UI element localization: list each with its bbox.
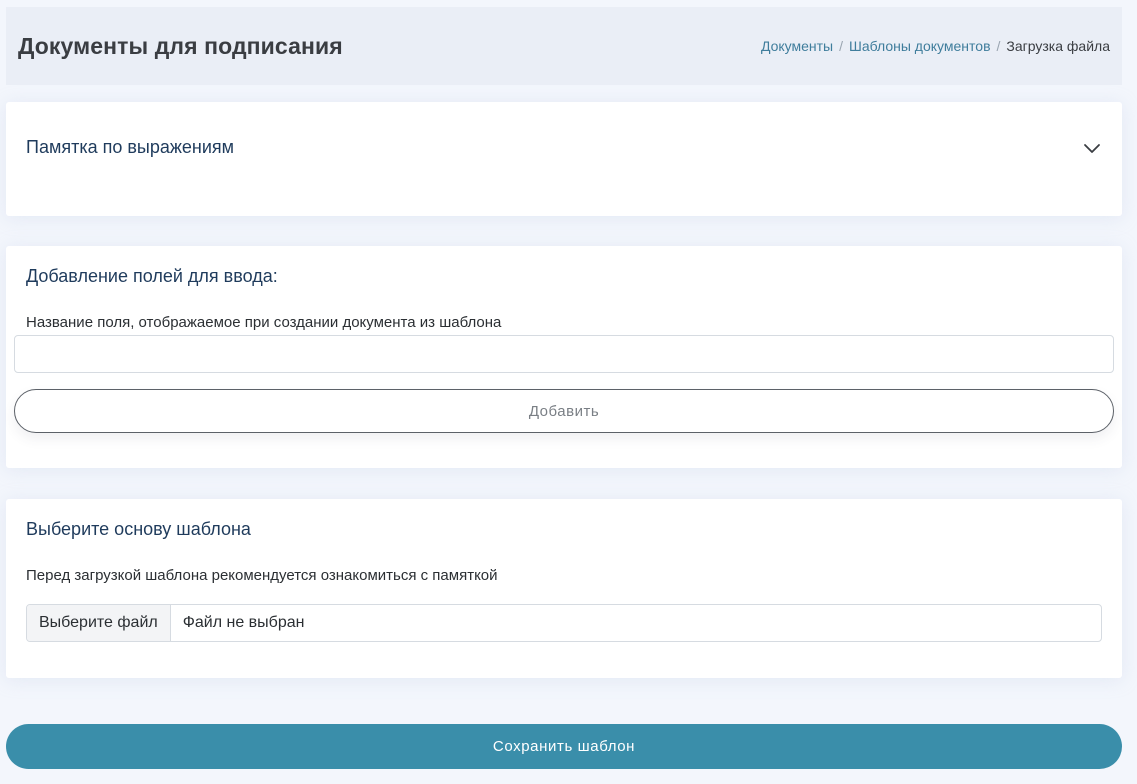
- template-card: Выберите основу шаблона Перед загрузкой …: [6, 499, 1122, 678]
- file-status: Файл не выбран: [182, 614, 305, 631]
- fields-card: Добавление полей для ввода: Название пол…: [6, 246, 1122, 468]
- page-title: Документы для подписания: [18, 32, 343, 59]
- page-header: Документы для подписания Документы / Шаб…: [6, 7, 1122, 85]
- breadcrumb-item-current: Загрузка файла: [1006, 38, 1110, 54]
- memo-card[interactable]: Памятка по выражениям: [6, 102, 1122, 216]
- breadcrumb-separator: /: [996, 38, 1001, 54]
- breadcrumb-item-templates[interactable]: Шаблоны документов: [849, 38, 991, 54]
- save-template-button[interactable]: Сохранить шаблон: [6, 724, 1122, 769]
- template-section-title: Выберите основу шаблона: [26, 519, 251, 539]
- chevron-down-icon[interactable]: [1082, 138, 1102, 158]
- memo-title[interactable]: Памятка по выражениям: [26, 137, 234, 158]
- field-name-input[interactable]: [14, 335, 1114, 373]
- template-note: Перед загрузкой шаблона рекомендуется оз…: [26, 567, 498, 584]
- add-field-button[interactable]: Добавить: [14, 389, 1114, 433]
- choose-file-button[interactable]: Выберите файл: [27, 605, 171, 641]
- fields-section-title: Добавление полей для ввода:: [26, 266, 278, 286]
- breadcrumb: Документы / Шаблоны документов / Загрузк…: [761, 38, 1110, 54]
- field-name-label: Название поля, отображаемое при создании…: [26, 314, 502, 331]
- breadcrumb-item-documents[interactable]: Документы: [761, 38, 833, 54]
- file-input[interactable]: Выберите файл Файл не выбран: [26, 604, 1102, 642]
- breadcrumb-separator: /: [839, 38, 843, 54]
